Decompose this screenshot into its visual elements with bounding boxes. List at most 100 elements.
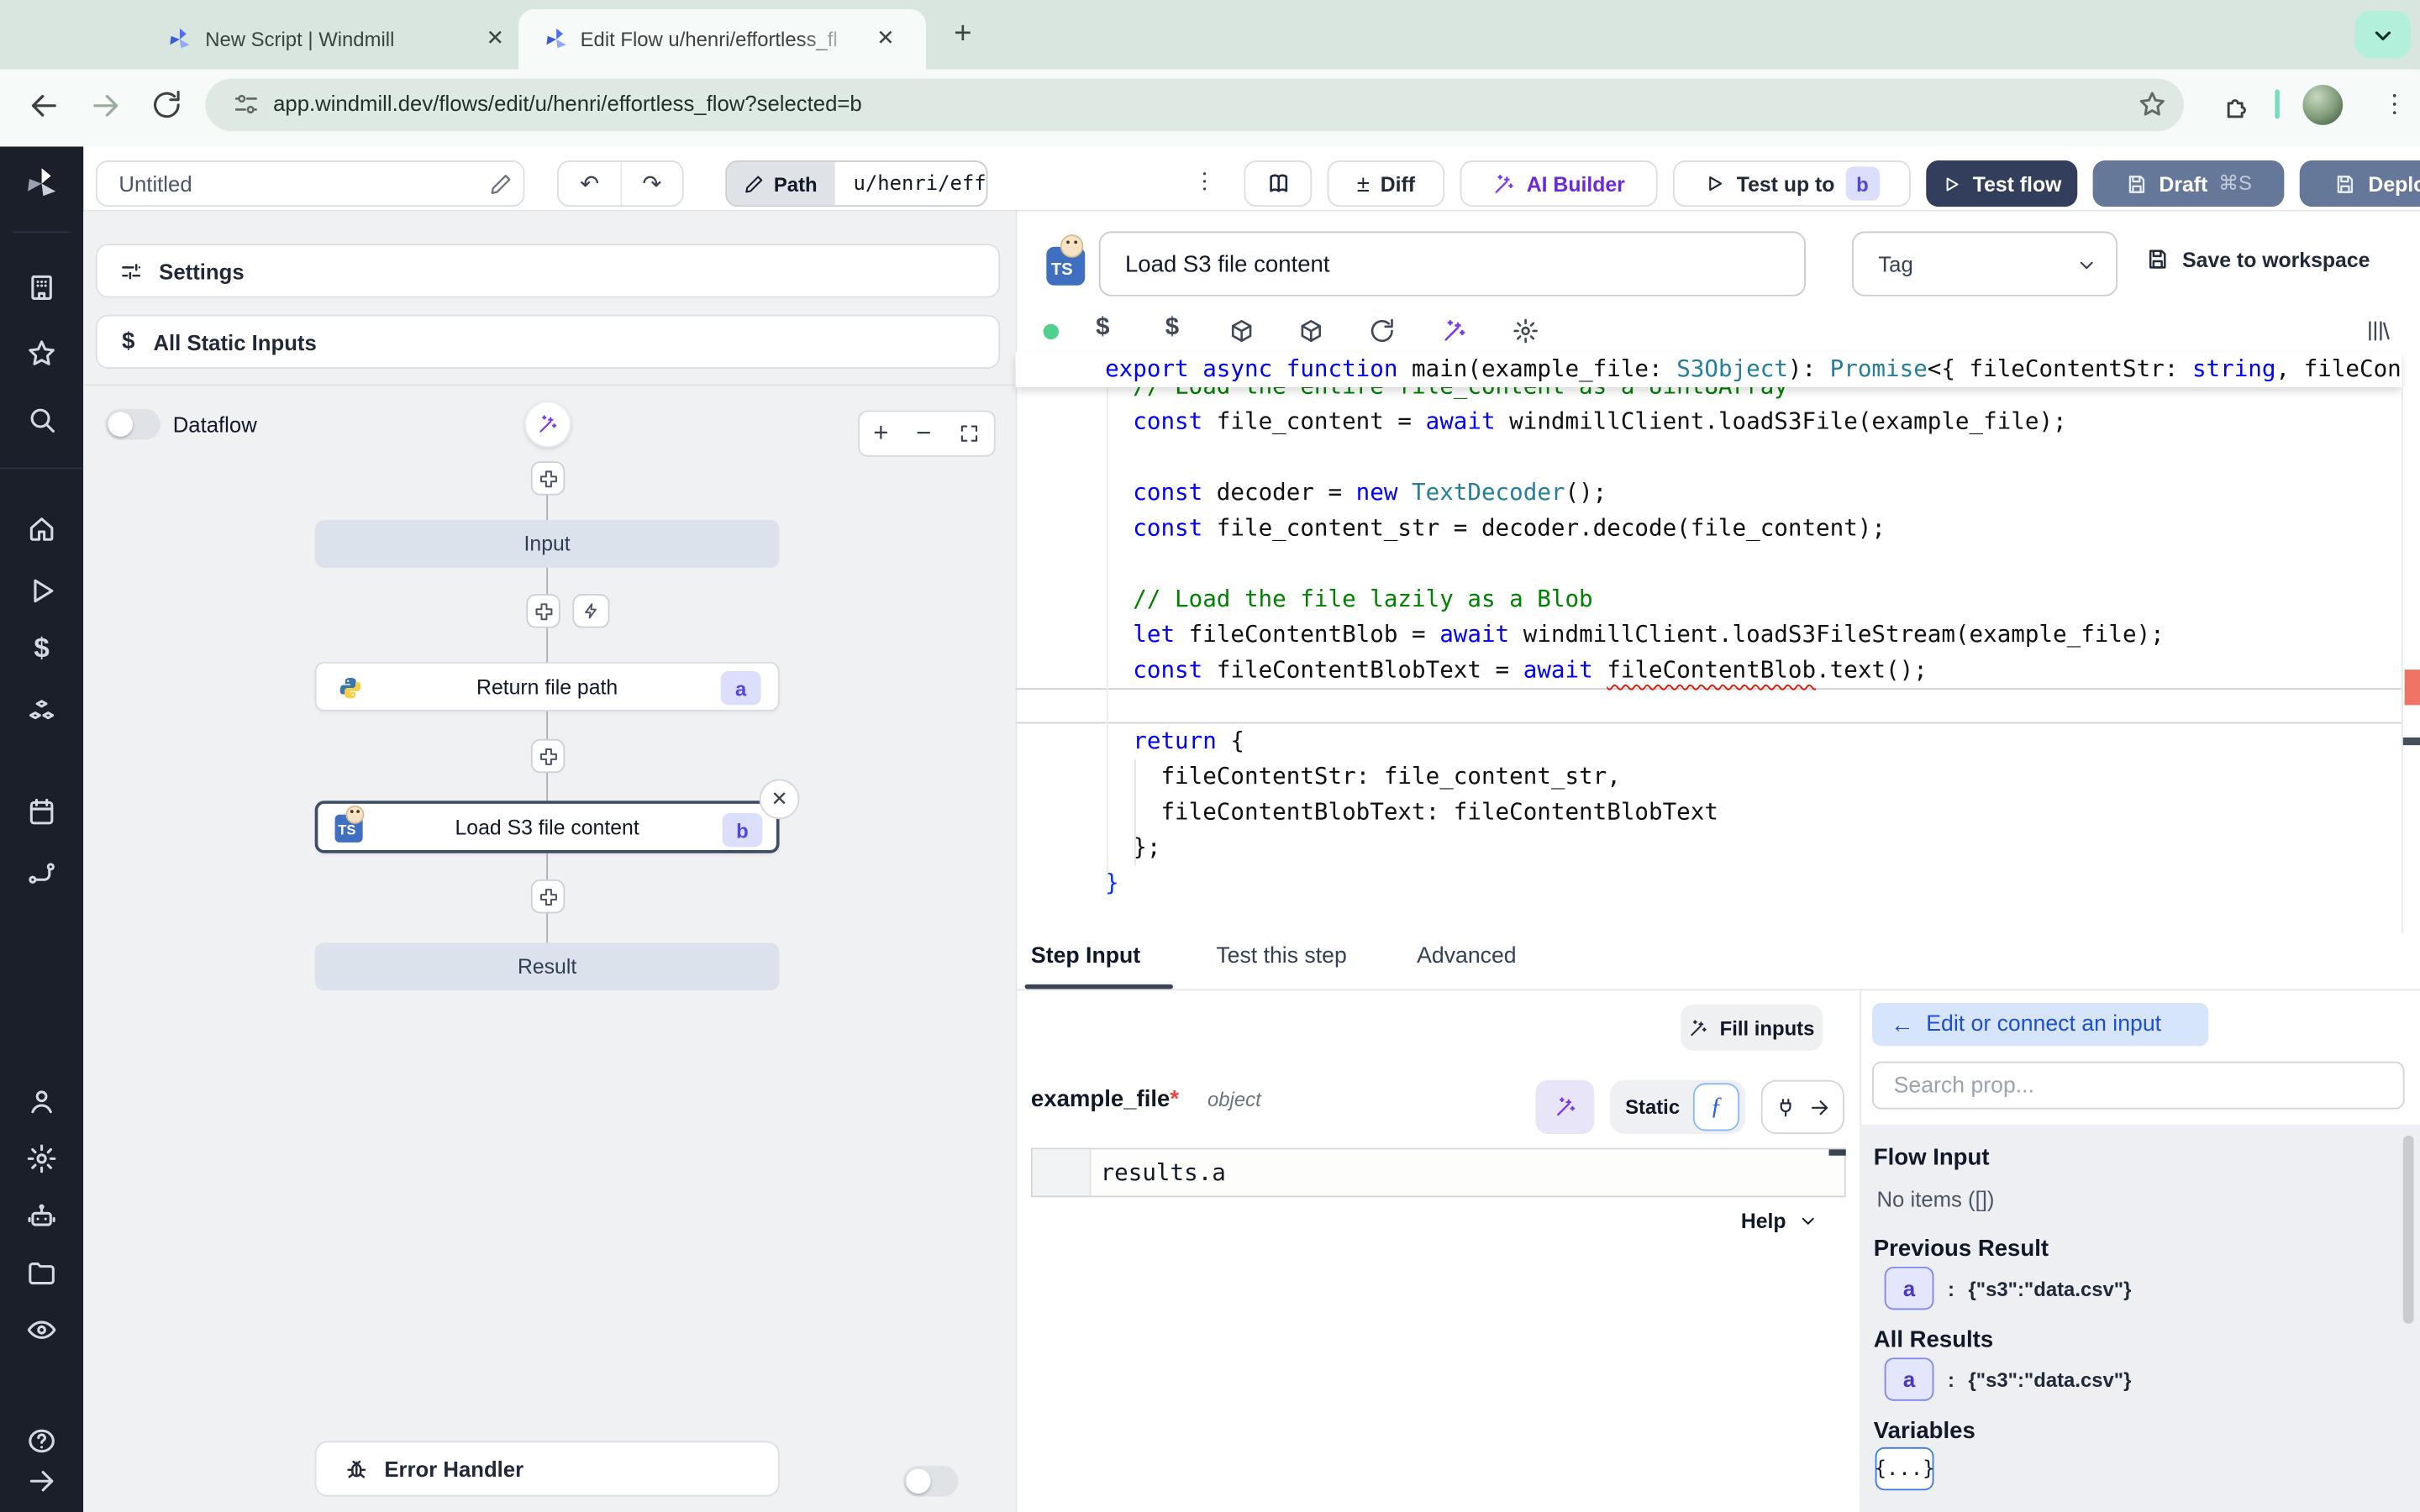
all-results-row[interactable]: a : {"s3":"data.csv"} — [1885, 1357, 2132, 1400]
home-icon[interactable] — [26, 514, 57, 545]
url-bar[interactable]: app.windmill.dev/flows/edit/u/henri/effo… — [205, 79, 2184, 131]
sidebar-scrollbar[interactable] — [2403, 1136, 2414, 1324]
flow-settings-button[interactable]: Settings — [96, 244, 1000, 297]
connect-input-button[interactable]: ← Edit or connect an input — [1872, 1003, 2208, 1046]
forward-icon[interactable] — [90, 90, 123, 123]
tab-step-input[interactable]: Step Input — [1031, 944, 1140, 969]
draft-button[interactable]: Draft ⌘S — [2093, 160, 2285, 207]
test-up-to-button[interactable]: Test up to b — [1673, 160, 1911, 207]
user-icon[interactable] — [26, 1086, 57, 1117]
redo-button[interactable]: ↷ — [622, 170, 682, 197]
diff-button[interactable]: ± Diff — [1328, 160, 1445, 207]
all-static-inputs-button[interactable]: $ All Static Inputs — [96, 315, 1000, 369]
edit-pencil-icon[interactable] — [489, 173, 513, 197]
settings-gear-icon[interactable] — [26, 1143, 57, 1174]
add-step-button[interactable] — [531, 739, 565, 773]
tag-select[interactable]: Tag — [1852, 232, 2118, 297]
variables-dollar-icon[interactable]: $ — [1165, 315, 1179, 343]
undo-button[interactable]: ↶ — [559, 170, 620, 197]
fit-view-icon[interactable] — [959, 423, 981, 444]
add-step-top-button[interactable] — [531, 461, 565, 495]
editor-settings-gear-icon[interactable] — [1512, 318, 1539, 344]
audit-eye-icon[interactable] — [26, 1315, 57, 1346]
library-panel-icon[interactable] — [2365, 318, 2391, 344]
error-handler-row[interactable]: Error Handler — [315, 1441, 780, 1497]
package-icon-2[interactable] — [1298, 318, 1324, 344]
all-results-value[interactable]: {"s3":"data.csv"} — [1968, 1368, 2131, 1391]
arg-value-editor[interactable]: results.a — [1031, 1148, 1846, 1198]
ai-builder-button[interactable]: AI Builder — [1460, 160, 1658, 207]
add-step-button[interactable] — [526, 594, 560, 627]
code-sticky-line[interactable]: export async function main(example_file:… — [1016, 352, 2402, 387]
workspace-icon[interactable] — [26, 271, 57, 302]
flow-result-node[interactable]: Result — [315, 942, 780, 990]
search-icon[interactable] — [26, 404, 57, 435]
variables-object-badge[interactable]: {...} — [1876, 1447, 1934, 1490]
search-prop-input[interactable]: Search prop... — [1872, 1062, 2405, 1110]
favorites-star-icon[interactable] — [26, 338, 57, 369]
editor-mini-scrollbar[interactable] — [1829, 1149, 1846, 1155]
back-icon[interactable] — [28, 90, 60, 123]
avatar[interactable] — [2302, 85, 2343, 125]
help-toggle[interactable]: Help — [1741, 1210, 1818, 1233]
remove-step-button[interactable]: ✕ — [760, 780, 800, 820]
tab-close-icon[interactable]: ✕ — [876, 24, 895, 50]
reload-icon[interactable] — [151, 90, 182, 121]
more-options-icon[interactable] — [1192, 168, 1218, 194]
new-tab-icon[interactable]: + — [954, 17, 971, 52]
assets-dollar-icon[interactable]: $ — [1096, 315, 1109, 343]
code-editor[interactable]: // Load the entire file_content as a Uin… — [1016, 387, 2402, 933]
static-fx-toggle[interactable]: Static ƒ — [1610, 1080, 1746, 1134]
previous-result-value[interactable]: {"s3":"data.csv"} — [1968, 1277, 2131, 1300]
result-key-badge[interactable]: a — [1885, 1357, 1934, 1400]
plug-icon[interactable] — [1775, 1096, 1797, 1118]
save-to-workspace-button[interactable]: Save to workspace — [2145, 247, 2370, 271]
tab-close-icon[interactable]: ✕ — [487, 24, 505, 50]
ai-fill-arg-button[interactable] — [1536, 1080, 1595, 1134]
browser-tab-2[interactable]: Edit Flow u/henri/effortless_fl ✕ — [518, 9, 926, 70]
help-icon[interactable] — [26, 1425, 57, 1457]
windmill-logo[interactable] — [24, 165, 60, 202]
flow-input-node[interactable]: Input — [315, 520, 780, 568]
zoom-in-icon[interactable]: + — [873, 418, 888, 449]
extensions-icon[interactable] — [2223, 91, 2252, 120]
zoom-out-icon[interactable]: − — [916, 418, 931, 449]
add-step-button[interactable] — [531, 879, 565, 913]
tab-advanced[interactable]: Advanced — [1417, 944, 1516, 969]
browser-menu-icon[interactable] — [2380, 90, 2409, 119]
browser-tab-1[interactable]: New Script | Windmill ✕ — [144, 9, 525, 70]
path-chip[interactable]: Path u/henri/eff — [725, 160, 987, 207]
step-b-node-selected[interactable]: TS Load S3 file content b — [315, 801, 780, 853]
package-icon[interactable] — [1228, 318, 1255, 344]
dataflow-toggle[interactable] — [105, 409, 160, 440]
bookmark-star-icon[interactable] — [2138, 90, 2167, 119]
flow-name-field[interactable]: Untitled — [96, 160, 525, 207]
error-handler-toggle[interactable] — [903, 1466, 959, 1497]
step-a-node[interactable]: Return file path a — [315, 662, 780, 711]
workers-robot-icon[interactable] — [26, 1200, 57, 1231]
result-key-badge[interactable]: a — [1885, 1267, 1934, 1310]
flows-route-icon[interactable] — [26, 858, 57, 889]
site-settings-icon[interactable] — [233, 91, 259, 117]
folders-icon[interactable] — [26, 1257, 57, 1289]
schedules-icon[interactable] — [26, 796, 57, 827]
docs-button[interactable] — [1244, 160, 1312, 207]
arrow-right-icon[interactable] — [1809, 1096, 1831, 1118]
overview-ruler[interactable] — [2402, 387, 2420, 933]
fill-inputs-button[interactable]: Fill inputs — [1681, 1005, 1823, 1051]
test-flow-button[interactable]: Test flow — [1926, 160, 2077, 207]
expand-sidebar-icon[interactable] — [26, 1466, 57, 1497]
ai-wand-icon[interactable] — [1442, 318, 1468, 344]
fx-mode-button[interactable]: ƒ — [1693, 1083, 1739, 1131]
previous-result-row[interactable]: a : {"s3":"data.csv"} — [1885, 1267, 2132, 1310]
add-trigger-button[interactable] — [572, 594, 609, 627]
ai-flow-button[interactable] — [524, 402, 571, 448]
reset-icon[interactable] — [1369, 318, 1395, 344]
tab-test-this-step[interactable]: Test this step — [1216, 944, 1346, 969]
deploy-button[interactable]: Deploy — [2300, 160, 2420, 207]
tab-search-button[interactable] — [2355, 11, 2411, 59]
runs-icon[interactable] — [26, 575, 57, 606]
variables-icon[interactable]: $ — [26, 633, 57, 664]
resources-icon[interactable] — [26, 697, 57, 728]
step-name-input[interactable]: Load S3 file content — [1099, 232, 1806, 297]
